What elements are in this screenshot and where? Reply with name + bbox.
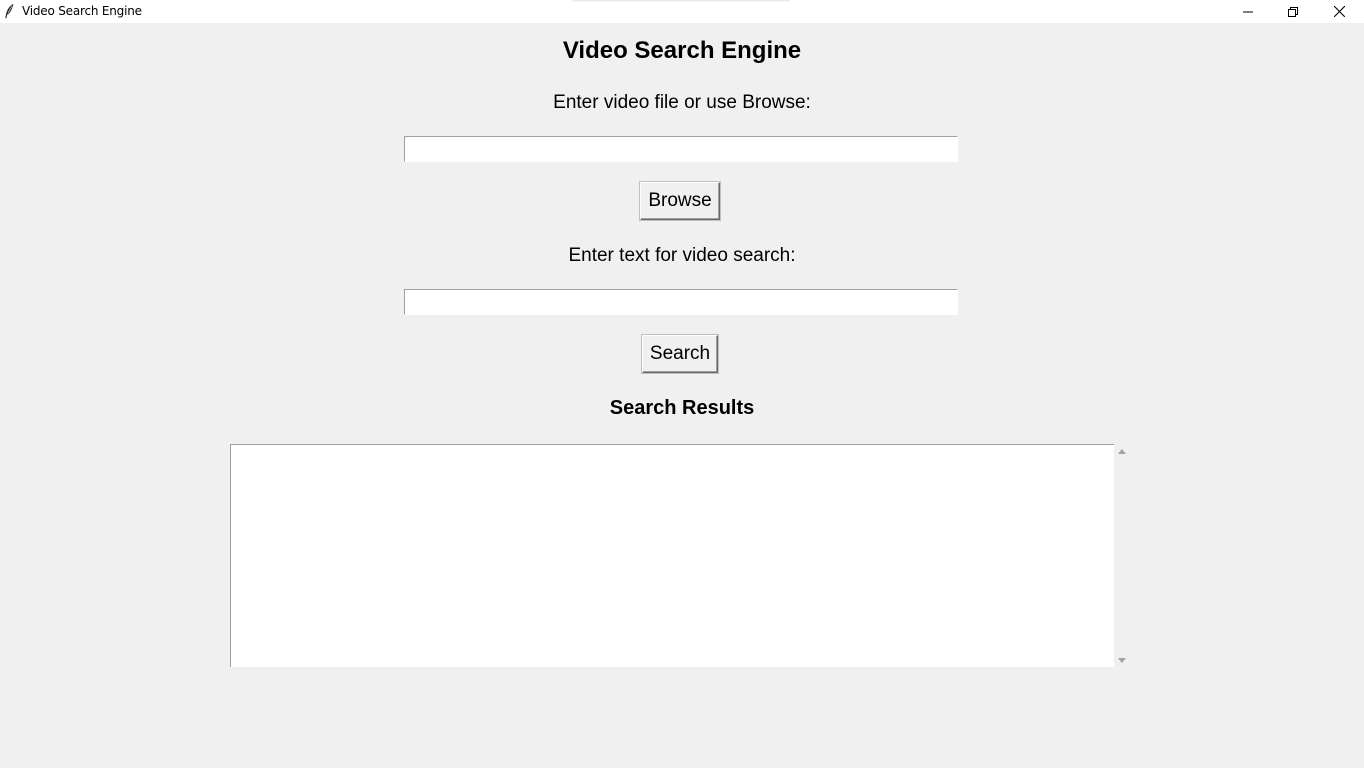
minimize-button[interactable] xyxy=(1225,0,1271,23)
minimize-icon xyxy=(1243,11,1253,12)
window-title: Video Search Engine xyxy=(22,4,142,18)
scroll-down-arrow-icon[interactable] xyxy=(1118,658,1126,663)
maximize-button[interactable] xyxy=(1270,0,1316,23)
search-button[interactable]: Search xyxy=(642,335,718,373)
video-file-input[interactable] xyxy=(404,136,958,162)
browse-button[interactable]: Browse xyxy=(640,182,720,220)
scroll-up-arrow-icon[interactable] xyxy=(1118,449,1126,454)
results-text-area[interactable] xyxy=(230,444,1114,667)
title-bar-shadow xyxy=(572,0,790,2)
video-file-label: Enter video file or use Browse: xyxy=(553,92,811,113)
restore-icon xyxy=(1288,6,1298,17)
close-icon xyxy=(1333,6,1345,17)
search-text-label: Enter text for video search: xyxy=(568,245,796,266)
close-button[interactable] xyxy=(1316,0,1362,23)
search-text-input[interactable] xyxy=(404,289,958,315)
title-bar: Video Search Engine xyxy=(0,0,1364,23)
results-scrollbar[interactable] xyxy=(1114,444,1131,667)
feather-icon xyxy=(5,3,14,19)
page-title: Video Search Engine xyxy=(562,37,802,64)
results-title: Search Results xyxy=(609,397,755,419)
